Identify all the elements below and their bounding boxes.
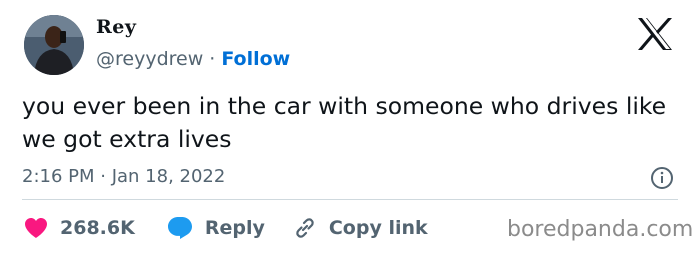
author-display-name[interactable]: Rey xyxy=(96,16,136,38)
tweet-text: you ever been in the car with someone wh… xyxy=(22,92,667,153)
reply-bubble-icon xyxy=(167,217,192,239)
like-count: 268.6K xyxy=(60,217,135,239)
heart-icon xyxy=(25,218,47,238)
watermark: boredpanda.com xyxy=(507,217,694,242)
divider xyxy=(22,199,678,200)
author-handle[interactable]: @reyydrew xyxy=(96,48,203,70)
follow-button[interactable]: Follow xyxy=(221,48,290,70)
action-bar: 268.6K Reply Copy link xyxy=(24,216,428,240)
copy-link-label: Copy link xyxy=(328,217,428,239)
author-handle-row: @reyydrew · Follow xyxy=(96,48,290,70)
info-icon[interactable] xyxy=(650,166,674,190)
copy-link-button[interactable]: Copy link xyxy=(293,216,428,240)
handle-separator: · xyxy=(209,48,216,70)
reply-button[interactable]: Reply xyxy=(167,216,265,240)
link-icon xyxy=(296,218,314,238)
tweet-timestamp[interactable]: 2:16 PM · Jan 18, 2022 xyxy=(22,166,225,187)
x-logo-icon[interactable] xyxy=(636,17,674,51)
like-button[interactable]: 268.6K xyxy=(24,217,135,239)
avatar[interactable] xyxy=(24,15,84,75)
reply-label: Reply xyxy=(204,217,265,239)
